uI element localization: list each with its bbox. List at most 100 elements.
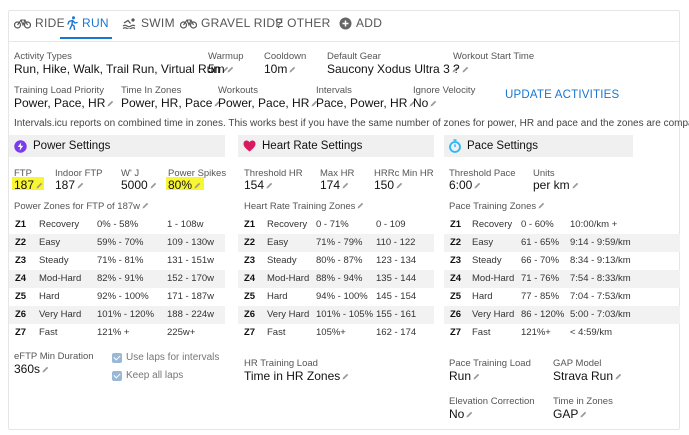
zone-range: 1 - 108w	[167, 219, 204, 230]
table-row: Z5 Hard 77 - 85% 7:04 - 7:53/km	[444, 288, 680, 306]
zone-name: Hard	[267, 291, 288, 302]
units-value[interactable]: per km	[533, 178, 579, 192]
zone-id: Z2	[244, 237, 256, 248]
intervals-value[interactable]: Pace, Power, HR	[316, 96, 416, 110]
edit-icon[interactable]	[36, 182, 43, 189]
zone-id: Z3	[450, 255, 462, 266]
use-laps-label: Use laps for intervals	[126, 352, 220, 363]
zone-id: Z6	[15, 309, 27, 320]
zone-name: Easy	[39, 237, 61, 248]
zone-range: 7:54 - 8:33/km	[570, 273, 631, 284]
tab-other[interactable]: ? OTHER	[275, 10, 331, 36]
edit-icon[interactable]	[474, 182, 481, 189]
warmup-value[interactable]: 5m	[208, 62, 234, 76]
eftp-min-duration-value[interactable]: 360s	[14, 362, 49, 376]
threshold-hr-value[interactable]: 154	[244, 178, 273, 192]
table-row: Z6 Very Hard 101% - 120% 188 - 224w	[9, 306, 225, 324]
threshold-pace-value[interactable]: 6:00	[449, 178, 481, 192]
zone-name: Fast	[472, 327, 491, 338]
gap-model-label: GAP Model	[553, 358, 602, 369]
gap-model-value[interactable]: Strava Run	[553, 369, 622, 383]
edit-icon[interactable]	[473, 373, 480, 380]
keep-laps-checkbox[interactable]	[112, 371, 122, 381]
edit-icon[interactable]	[357, 202, 364, 209]
zone-range: 171 - 187w	[167, 291, 215, 302]
tab-add[interactable]: ADD	[339, 10, 382, 36]
default-gear-value[interactable]: Saucony Xodus Ultra 3	[327, 62, 459, 76]
use-laps-checkbox[interactable]	[112, 353, 122, 363]
wj-value[interactable]: 5000	[121, 178, 157, 192]
elevation-correction-value[interactable]: No	[449, 407, 473, 421]
power-zones-title[interactable]: Power Zones for FTP of 187w	[14, 201, 149, 212]
zone-pct: 0 - 60%	[521, 219, 554, 230]
workout-start-time-value[interactable]: ?	[453, 62, 469, 76]
edit-icon[interactable]	[194, 182, 201, 189]
zone-id: Z5	[244, 291, 256, 302]
edit-icon[interactable]	[266, 182, 273, 189]
zone-id: Z4	[244, 273, 256, 284]
edit-icon[interactable]	[150, 182, 157, 189]
zone-id: Z3	[244, 255, 256, 266]
tab-swim[interactable]: SWIM	[122, 10, 175, 36]
edit-icon[interactable]	[572, 182, 579, 189]
time-in-zones-pace-label: Time in Zones	[553, 396, 613, 407]
pace-training-load-value[interactable]: Run	[449, 369, 480, 383]
table-row: Z1 Recovery 0% - 58% 1 - 108w	[9, 216, 225, 234]
table-row: Z3 Steady 80% - 87% 123 - 134	[238, 252, 434, 270]
hr-zones-title[interactable]: Heart Rate Training Zones	[244, 201, 364, 212]
training-load-priority-value[interactable]: Power, Pace, HR	[14, 96, 114, 110]
time-in-zones-pace-value[interactable]: GAP	[553, 407, 587, 421]
edit-icon[interactable]	[580, 411, 587, 418]
ftp-value[interactable]: 187	[14, 178, 43, 192]
time-in-zones-value[interactable]: Power, HR, Pace	[121, 96, 221, 110]
cooldown-value[interactable]: 10m	[264, 62, 296, 76]
table-row: Z2 Easy 61 - 65% 9:14 - 9:59/km	[444, 234, 680, 252]
activity-types-value[interactable]: Run, Hike, Walk, Trail Run, Virtual Run	[14, 62, 229, 76]
zone-pct: 61 - 65%	[521, 237, 560, 248]
edit-icon[interactable]	[227, 66, 234, 73]
tab-gravel-ride[interactable]: GRAVEL RIDE	[180, 10, 284, 36]
pace-zones-title[interactable]: Pace Training Zones	[449, 201, 545, 212]
eftp-min-duration-label: eFTP Min Duration	[14, 351, 94, 362]
edit-icon[interactable]	[538, 202, 545, 209]
edit-icon[interactable]	[466, 411, 473, 418]
zone-pct: 71 - 76%	[521, 273, 560, 284]
zone-id: Z4	[450, 273, 462, 284]
edit-icon[interactable]	[42, 366, 49, 373]
zone-id: Z1	[15, 219, 27, 230]
edit-icon[interactable]	[342, 182, 349, 189]
zone-name: Fast	[39, 327, 58, 338]
heart-rate-settings-header: Heart Rate Settings	[238, 135, 434, 157]
edit-icon[interactable]	[107, 100, 114, 107]
edit-icon[interactable]	[430, 100, 437, 107]
edit-icon[interactable]	[615, 373, 622, 380]
zone-pct: 101% - 120%	[97, 309, 155, 320]
zone-name: Very Hard	[267, 309, 310, 320]
zone-name: Steady	[39, 255, 69, 266]
power-spikes-value[interactable]: 80%	[168, 178, 201, 192]
zone-pct: 0% - 58%	[97, 219, 139, 230]
zone-range: 109 - 130w	[167, 237, 215, 248]
edit-icon[interactable]	[77, 182, 84, 189]
zone-pct: 77 - 85%	[521, 291, 560, 302]
workouts-value[interactable]: Power, Pace, HR	[218, 96, 318, 110]
update-activities-button[interactable]: UPDATE ACTIVITIES	[505, 89, 619, 101]
zone-id: Z1	[244, 219, 256, 230]
lightning-icon	[14, 139, 27, 153]
edit-icon[interactable]	[142, 202, 149, 209]
zone-id: Z2	[15, 237, 27, 248]
edit-icon[interactable]	[289, 66, 296, 73]
zone-id: Z2	[450, 237, 462, 248]
hr-training-load-value[interactable]: Time in HR Zones	[244, 369, 349, 383]
edit-icon[interactable]	[396, 182, 403, 189]
max-hr-value[interactable]: 174	[320, 178, 349, 192]
ignore-velocity-value[interactable]: No	[413, 96, 437, 110]
tab-ride[interactable]: RIDE	[14, 10, 65, 36]
section-title: Pace Settings	[467, 140, 538, 152]
edit-icon[interactable]	[342, 373, 349, 380]
indoor-ftp-value[interactable]: 187	[55, 178, 84, 192]
zone-range: 7:04 - 7:53/km	[570, 291, 631, 302]
hrrc-min-hr-value[interactable]: 150	[374, 178, 403, 192]
edit-icon[interactable]	[462, 66, 469, 73]
tab-run[interactable]: RUN	[66, 10, 109, 36]
